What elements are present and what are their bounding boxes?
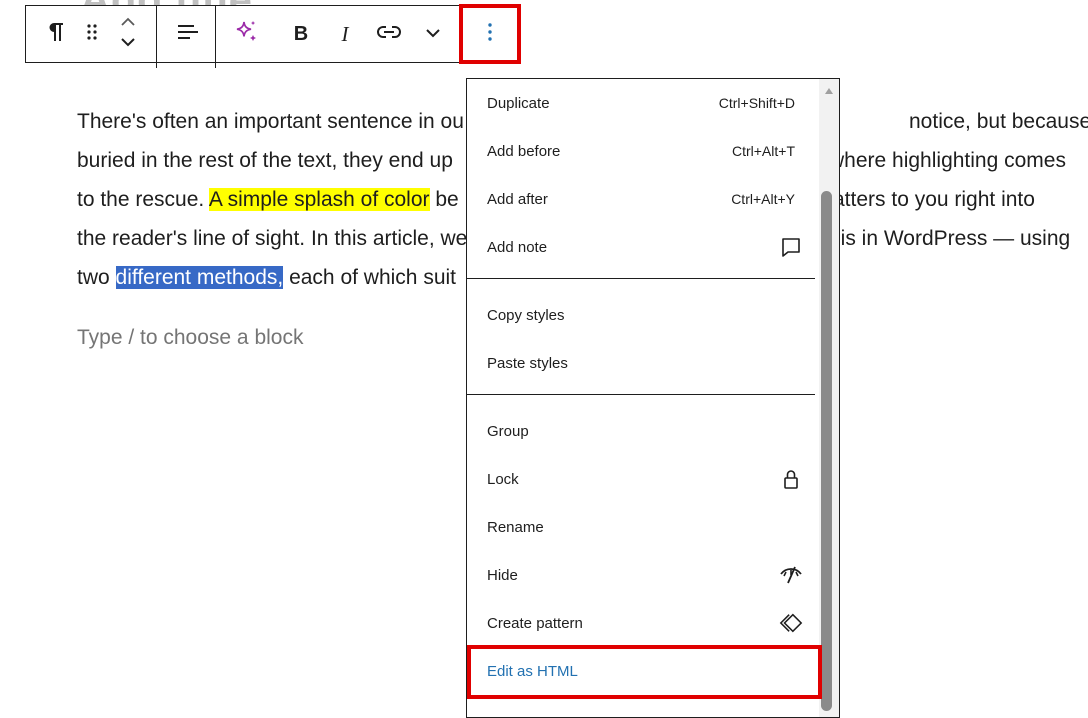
menu-item-label: Add before [487,142,561,160]
italic-button[interactable]: I [330,6,360,62]
menu-item-label: Group [487,422,529,440]
menu-divider [467,278,815,279]
menu-item-label: Add after [487,190,548,208]
block-options-menu: Duplicate Ctrl+Shift+D Add before Ctrl+A… [466,78,840,718]
drag-handle-button[interactable] [78,6,106,62]
block-toolbar: B I [25,5,520,68]
symbol-icon [779,611,803,635]
drag-handle-icon [85,22,99,47]
menu-item-label: Create pattern [487,614,583,632]
align-icon [176,22,198,47]
menu-item-hide[interactable]: Hide [467,551,817,599]
menu-item-duplicate[interactable]: Duplicate Ctrl+Shift+D [467,79,817,127]
move-up-down-button[interactable] [114,6,142,62]
chevron-down-icon [425,25,441,43]
menu-item-paste-styles[interactable]: Paste styles [467,339,817,387]
toolbar-separator [462,6,463,62]
menu-item-shortcut: Ctrl+Alt+Y [731,191,795,207]
scroll-up-arrow-icon[interactable] [825,88,833,94]
paragraph-block-button[interactable] [40,6,70,62]
menu-item-label: Add note [487,238,548,256]
pilcrow-icon [45,21,65,48]
menu-item-add-before[interactable]: Add before Ctrl+Alt+T [467,127,817,175]
block-placeholder[interactable]: Type / to choose a block [77,326,303,350]
menu-item-label: Copy styles [487,306,565,324]
sparkle-icon [233,19,259,50]
toolbar-separator [156,6,157,68]
menu-item-rename[interactable]: Rename [467,503,817,551]
link-icon [376,24,402,45]
menu-item-create-pattern[interactable]: Create pattern [467,599,817,647]
menu-scrollbar[interactable] [819,79,839,717]
menu-item-add-after[interactable]: Add after Ctrl+Alt+Y [467,175,817,223]
bold-icon: B [293,22,309,45]
menu-item-edit-as-html[interactable]: Edit as HTML [467,647,817,695]
ai-assistant-button[interactable] [228,6,264,62]
align-button[interactable] [169,6,205,62]
more-vertical-icon [487,22,493,47]
block-options-button[interactable] [473,6,507,62]
hidden-eye-icon [779,563,803,587]
scrollbar-thumb[interactable] [821,191,832,711]
menu-item-shortcut: Ctrl+Alt+T [731,143,795,159]
menu-item-copy-styles[interactable]: Copy styles [467,291,817,339]
menu-item-shortcut: Ctrl+Shift+D [718,95,795,111]
menu-divider [467,394,815,395]
link-button[interactable] [372,6,406,62]
menu-item-label: Paste styles [487,354,568,372]
menu-item-label: Duplicate [487,94,550,112]
selected-text: different methods, [115,266,284,289]
lock-icon [779,467,803,491]
menu-item-label: Lock [487,470,519,488]
menu-item-add-note[interactable]: Add note [467,223,817,271]
toolbar-separator [215,6,216,68]
more-formats-button[interactable] [418,6,448,62]
menu-item-lock[interactable]: Lock [467,455,817,503]
menu-item-label: Edit as HTML [487,662,578,680]
menu-item-group[interactable]: Group [467,407,817,455]
bold-button[interactable]: B [286,6,316,62]
move-up-down-icon [119,15,137,54]
menu-item-label: Rename [487,518,544,536]
comment-icon [779,235,803,259]
highlighted-text: A simple splash of color [208,188,430,211]
italic-icon: I [341,21,349,46]
menu-item-label: Hide [487,566,518,584]
